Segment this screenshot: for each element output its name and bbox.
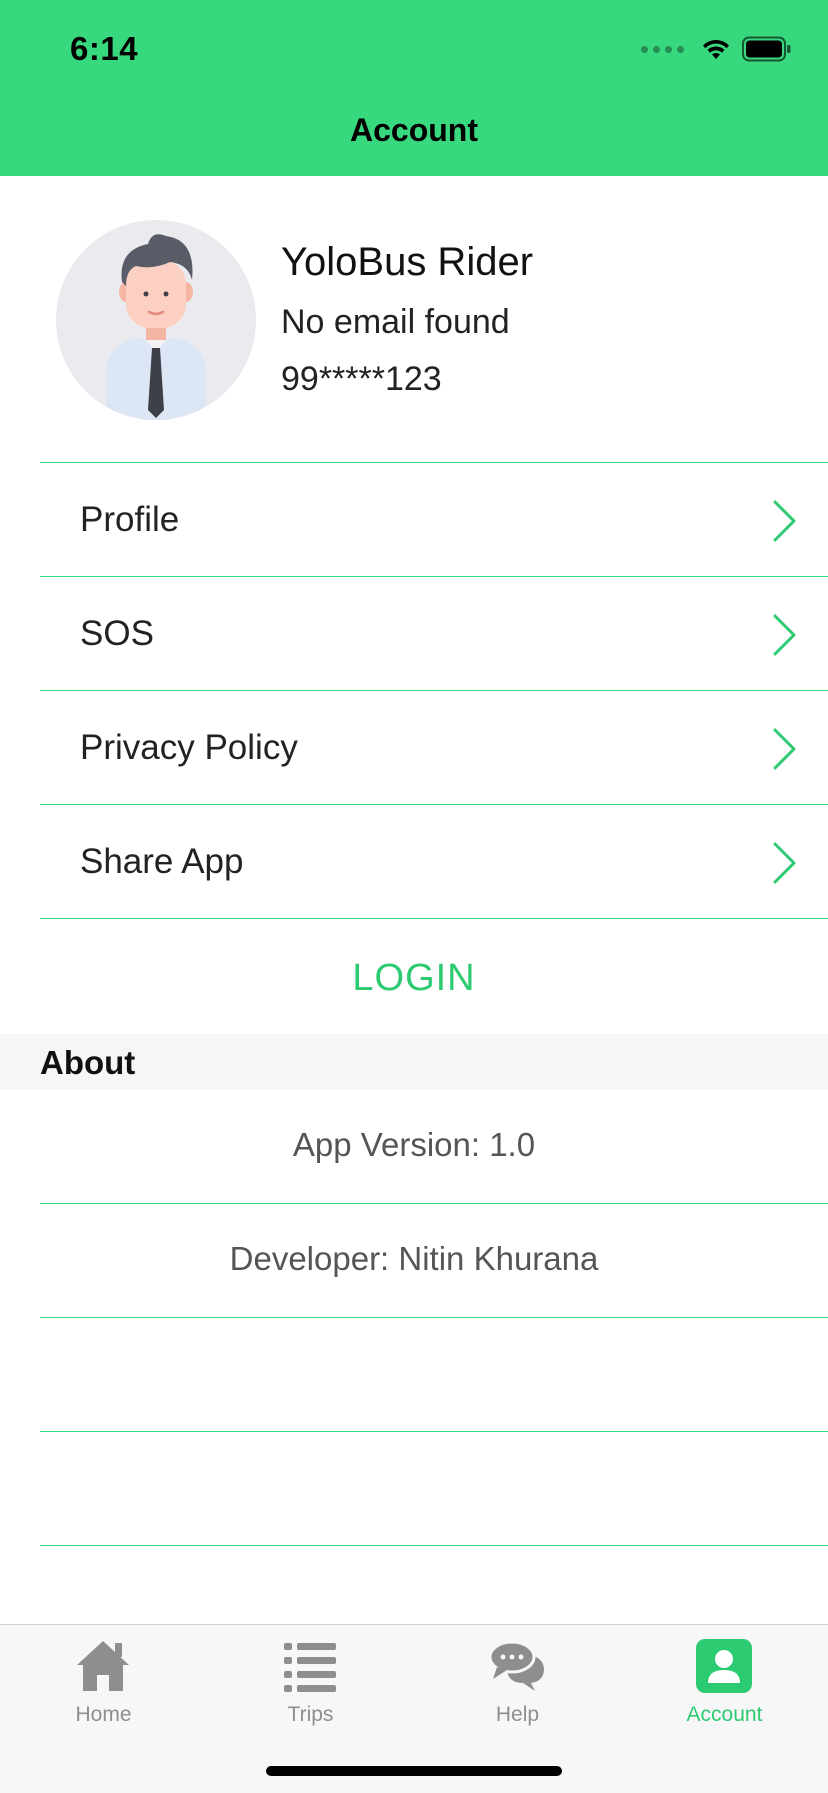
- avatar: [56, 220, 256, 420]
- home-icon: [77, 1641, 129, 1691]
- profile-phone: 99*****123: [281, 360, 442, 398]
- tab-account[interactable]: Account: [621, 1625, 828, 1735]
- profile-name: YoloBus Rider: [281, 240, 534, 284]
- wifi-icon: [703, 39, 729, 59]
- menu-item-label: Profile: [80, 500, 180, 539]
- tab-label: Home: [75, 1703, 132, 1726]
- menu-item-label: Share App: [80, 842, 244, 881]
- about-section-header: About: [0, 1034, 828, 1090]
- tab-label: Account: [686, 1703, 763, 1726]
- battery-icon: [742, 36, 791, 62]
- header-bar: 6:14 Account: [0, 0, 828, 176]
- tab-label: Trips: [287, 1703, 334, 1726]
- menu-item-sos[interactable]: SOS: [40, 576, 828, 690]
- account-menu: Profile SOS Privacy Policy Share App LOG…: [0, 462, 828, 1032]
- chevron-right-icon: [773, 500, 796, 542]
- about-item-developer: Developer: Nitin Khurana: [40, 1204, 828, 1318]
- menu-item-label: Privacy Policy: [80, 728, 298, 767]
- chevron-right-icon: [773, 728, 796, 770]
- avatar-illustration-icon: [56, 220, 256, 420]
- chevron-right-icon: [773, 614, 796, 656]
- status-time: 6:14: [70, 30, 139, 67]
- account-icon: [696, 1639, 752, 1693]
- about-item-empty: [40, 1318, 828, 1432]
- menu-item-label: SOS: [80, 614, 154, 653]
- page-title: Account: [350, 112, 478, 148]
- chevron-right-icon: [773, 842, 796, 884]
- about-list: App Version: 1.0 Developer: Nitin Khuran…: [0, 1090, 828, 1546]
- home-indicator: [266, 1766, 562, 1776]
- cellular-signal-icon: [641, 45, 684, 53]
- login-button[interactable]: LOGIN: [0, 957, 828, 1000]
- about-item-app-version: App Version: 1.0: [40, 1090, 828, 1204]
- tab-help[interactable]: Help: [414, 1625, 621, 1735]
- tab-label: Help: [495, 1703, 540, 1726]
- developer-text: Developer: Nitin Khurana: [229, 1240, 599, 1277]
- profile-summary: YoloBus Rider No email found 99*****123: [0, 176, 828, 463]
- about-section-title: About: [40, 1044, 136, 1081]
- profile-email: No email found: [281, 303, 510, 341]
- status-icons: [641, 34, 792, 64]
- app-version-text: App Version: 1.0: [292, 1126, 536, 1163]
- tab-trips[interactable]: Trips: [207, 1625, 414, 1735]
- menu-item-profile[interactable]: Profile: [40, 462, 828, 576]
- menu-item-privacy-policy[interactable]: Privacy Policy: [40, 690, 828, 804]
- menu-item-share-app[interactable]: Share App: [40, 804, 828, 918]
- list-icon: [284, 1643, 336, 1692]
- about-item-empty: [40, 1432, 828, 1546]
- login-row: LOGIN: [40, 918, 828, 1032]
- tab-home[interactable]: Home: [0, 1625, 207, 1735]
- chat-bubbles-icon: [488, 1640, 544, 1691]
